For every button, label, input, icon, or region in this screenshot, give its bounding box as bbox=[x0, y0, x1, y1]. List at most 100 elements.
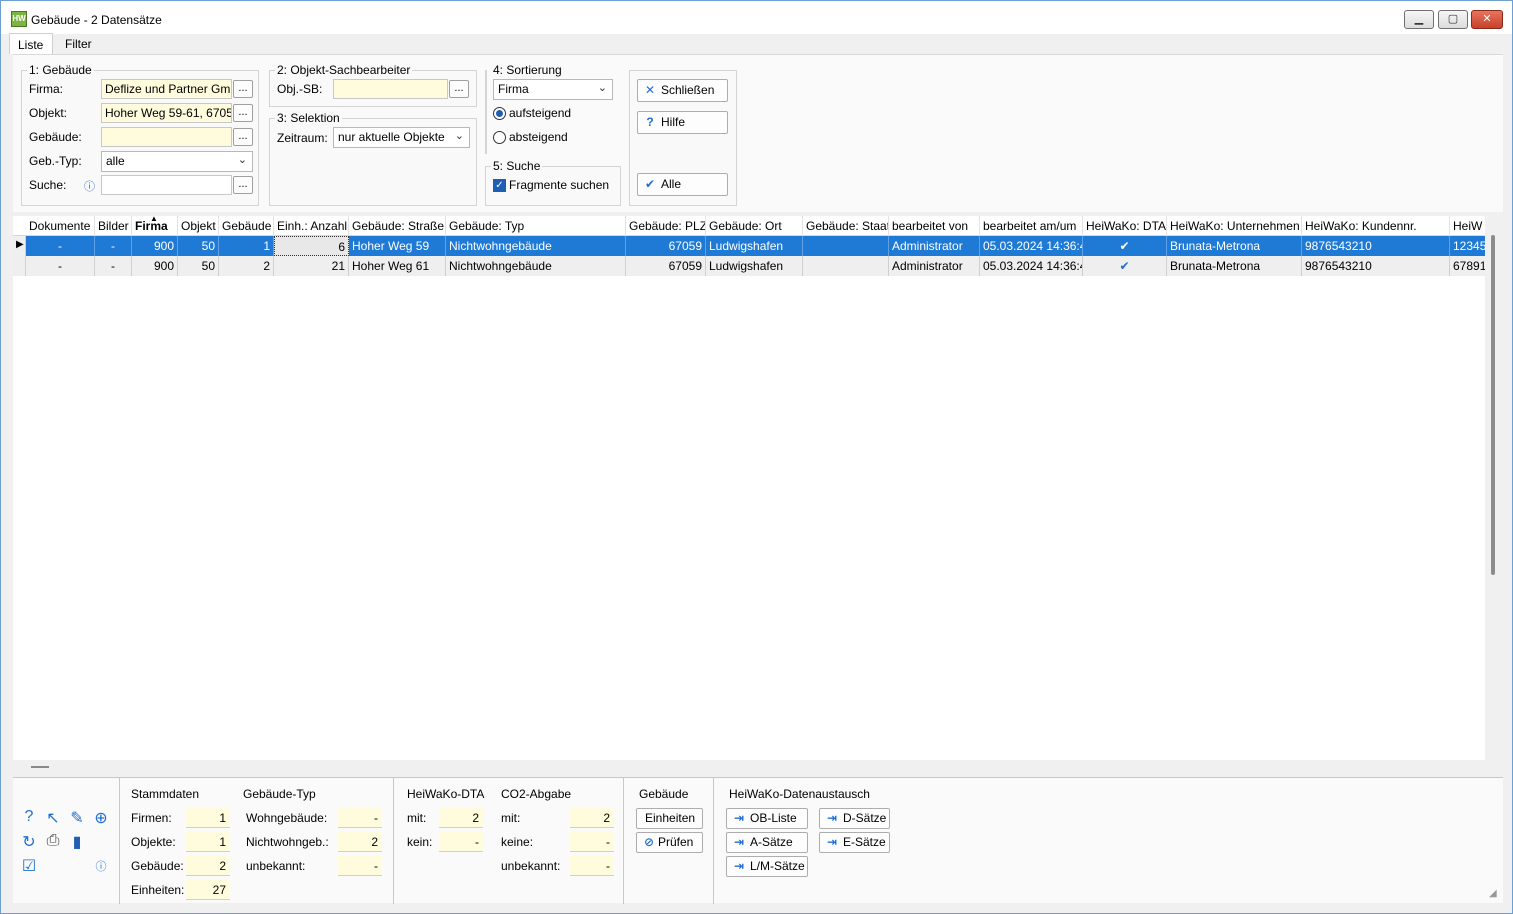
cell-firma[interactable]: 900 bbox=[132, 256, 178, 276]
objsb-browse-button[interactable]: ... bbox=[449, 80, 469, 98]
cell-plz[interactable]: 67059 bbox=[626, 236, 706, 256]
zeitraum-select[interactable]: nur aktuelle Objekte ⌄ bbox=[333, 127, 470, 148]
objsb-input[interactable] bbox=[333, 79, 448, 99]
fragmente-checkbox[interactable]: ✓ bbox=[493, 179, 506, 192]
office-icon[interactable]: ▮ bbox=[67, 832, 87, 852]
cell-typ[interactable]: Nichtwohngebäude bbox=[446, 236, 626, 256]
col-strasse[interactable]: Gebäude: Straße bbox=[349, 216, 446, 236]
cell-dokumente[interactable]: - bbox=[26, 256, 95, 276]
firma-browse-button[interactable]: ... bbox=[233, 80, 253, 98]
cell-unternehmen[interactable]: Brunata-Metrona bbox=[1167, 256, 1302, 276]
cell-staat[interactable] bbox=[803, 256, 889, 276]
cell-bearbeitet-von[interactable]: Administrator bbox=[889, 256, 980, 276]
cell-staat[interactable] bbox=[803, 236, 889, 256]
tab-liste[interactable]: Liste bbox=[9, 33, 53, 54]
sort-desc-label[interactable]: absteigend bbox=[509, 130, 568, 144]
cell-bilder[interactable]: - bbox=[95, 236, 132, 256]
col-dta[interactable]: HeiWaKo: DTA bbox=[1083, 216, 1167, 236]
col-einh-anzahl[interactable]: Einh.: Anzahl bbox=[274, 216, 349, 236]
col-kundennr[interactable]: HeiWaKo: Kundennr. bbox=[1302, 216, 1450, 236]
cell-objekt[interactable]: 50 bbox=[178, 236, 219, 256]
cell-heiw[interactable]: 12345 bbox=[1450, 236, 1485, 256]
print-icon[interactable]: ⎙ bbox=[43, 832, 63, 850]
maximize-button[interactable]: ▢ bbox=[1438, 10, 1468, 29]
cell-strasse[interactable]: Hoher Weg 61 bbox=[349, 256, 446, 276]
table-row[interactable]: - - 900 50 1 6 Hoher Weg 59 Nichtwohngeb… bbox=[13, 236, 1485, 256]
info-icon[interactable]: ⓘ bbox=[91, 858, 111, 874]
cell-bearbeitet-am[interactable]: 05.03.2024 14:36:44 bbox=[980, 236, 1083, 256]
cell-firma[interactable]: 900 bbox=[132, 236, 178, 256]
refresh-icon[interactable]: ↻ bbox=[19, 832, 39, 852]
col-ort[interactable]: Gebäude: Ort bbox=[706, 216, 803, 236]
pointer-icon[interactable]: ↖ bbox=[43, 808, 63, 828]
info-icon[interactable]: ⓘ bbox=[84, 178, 95, 194]
col-staat[interactable]: Gebäude: Staat bbox=[803, 216, 889, 236]
cell-einh-anzahl[interactable]: 6 bbox=[274, 236, 349, 256]
gebtyp-select[interactable]: alle ⌄ bbox=[101, 151, 253, 172]
pruefen-button[interactable]: ⊘ Prüfen bbox=[636, 832, 703, 853]
cell-typ[interactable]: Nichtwohngebäude bbox=[446, 256, 626, 276]
col-objekt[interactable]: Objekt bbox=[178, 216, 219, 236]
splitter-handle[interactable] bbox=[31, 766, 49, 768]
col-typ[interactable]: Gebäude: Typ bbox=[446, 216, 626, 236]
d-saetze-button[interactable]: ⇥ D-Sätze bbox=[819, 808, 890, 829]
cell-ort[interactable]: Ludwigshafen bbox=[706, 256, 803, 276]
suche-input[interactable] bbox=[101, 175, 232, 195]
cell-plz[interactable]: 67059 bbox=[626, 256, 706, 276]
vertical-scrollbar[interactable] bbox=[1485, 231, 1503, 761]
a-saetze-button[interactable]: ⇥ A-Sätze bbox=[726, 832, 808, 853]
col-dokumente[interactable]: Dokumente bbox=[26, 216, 95, 236]
cell-dta-check-icon[interactable]: ✔ bbox=[1083, 256, 1167, 276]
sortierung-select[interactable]: Firma ⌄ bbox=[493, 79, 613, 100]
cell-gebaeude[interactable]: 1 bbox=[219, 236, 274, 256]
gebaeude-browse-button[interactable]: ... bbox=[233, 128, 253, 146]
sort-asc-label[interactable]: aufsteigend bbox=[509, 106, 571, 120]
help-icon[interactable]: ? bbox=[19, 808, 39, 826]
table-row[interactable]: - - 900 50 2 21 Hoher Weg 61 Nichtwohnge… bbox=[13, 256, 1485, 276]
cell-ort[interactable]: Ludwigshafen bbox=[706, 236, 803, 256]
schliessen-button[interactable]: ✕ Schließen bbox=[637, 79, 728, 102]
cell-dta-check-icon[interactable]: ✔ bbox=[1083, 236, 1167, 256]
cell-dokumente[interactable]: - bbox=[26, 236, 95, 256]
cell-kundennr[interactable]: 9876543210 bbox=[1302, 256, 1450, 276]
sort-asc-radio[interactable] bbox=[493, 107, 506, 120]
einheiten-button[interactable]: Einheiten bbox=[636, 808, 703, 829]
firma-input[interactable]: Deflize und Partner GmbH bbox=[101, 79, 232, 99]
minimize-button[interactable]: ▁ bbox=[1404, 10, 1434, 29]
suche-browse-button[interactable]: ... bbox=[233, 176, 253, 194]
cell-bearbeitet-am[interactable]: 05.03.2024 14:36:44 bbox=[980, 256, 1083, 276]
col-gebaeude[interactable]: Gebäude bbox=[219, 216, 274, 236]
col-unternehmen[interactable]: HeiWaKo: Unternehmen bbox=[1167, 216, 1302, 236]
pencil-icon[interactable]: ✎ bbox=[67, 808, 87, 828]
scrollbar-thumb[interactable] bbox=[1491, 235, 1495, 575]
resize-grip-icon[interactable]: ◢ bbox=[1489, 888, 1497, 899]
add-icon[interactable]: ⊕ bbox=[91, 808, 111, 828]
col-bilder[interactable]: Bilder bbox=[95, 216, 132, 236]
tab-filter[interactable]: Filter bbox=[57, 33, 107, 54]
cell-unternehmen[interactable]: Brunata-Metrona bbox=[1167, 236, 1302, 256]
cell-objekt[interactable]: 50 bbox=[178, 256, 219, 276]
col-plz[interactable]: Gebäude: PLZ bbox=[626, 216, 706, 236]
cell-einh-anzahl[interactable]: 21 bbox=[274, 256, 349, 276]
checkbox-icon[interactable]: ☑ bbox=[19, 856, 39, 876]
ob-liste-button[interactable]: ⇥ OB-Liste bbox=[726, 808, 808, 829]
objekt-browse-button[interactable]: ... bbox=[233, 104, 253, 122]
col-bearbeitet-am[interactable]: bearbeitet am/um bbox=[980, 216, 1083, 236]
sort-desc-radio[interactable] bbox=[493, 131, 506, 144]
cell-bilder[interactable]: - bbox=[95, 256, 132, 276]
fragmente-label[interactable]: Fragmente suchen bbox=[509, 178, 609, 192]
alle-button[interactable]: ✔ Alle bbox=[637, 173, 728, 196]
e-saetze-button[interactable]: ⇥ E-Sätze bbox=[819, 832, 890, 853]
hilfe-button[interactable]: ? Hilfe bbox=[637, 111, 728, 134]
cell-heiw[interactable]: 67891 bbox=[1450, 256, 1485, 276]
cell-bearbeitet-von[interactable]: Administrator bbox=[889, 236, 980, 256]
cell-strasse[interactable]: Hoher Weg 59 bbox=[349, 236, 446, 256]
objekt-input[interactable]: Hoher Weg 59-61, 67059 bbox=[101, 103, 232, 123]
lm-saetze-button[interactable]: ⇥ L/M-Sätze bbox=[726, 856, 808, 877]
col-bearbeitet-von[interactable]: bearbeitet von bbox=[889, 216, 980, 236]
cell-gebaeude[interactable]: 2 bbox=[219, 256, 274, 276]
cell-kundennr[interactable]: 9876543210 bbox=[1302, 236, 1450, 256]
gebaeude-input[interactable] bbox=[101, 127, 232, 147]
close-window-button[interactable]: ✕ bbox=[1471, 10, 1503, 29]
col-heiw[interactable]: HeiW bbox=[1450, 216, 1485, 236]
